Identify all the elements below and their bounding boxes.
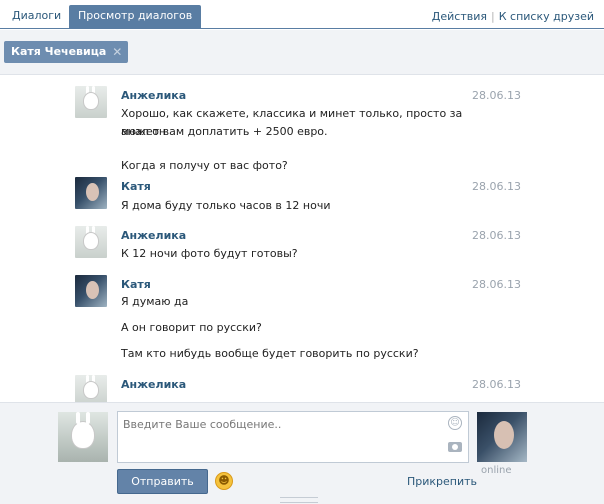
message-item: Анжелика 28.06.13 Хорошо, как скажете, к… — [75, 86, 535, 174]
message-item: Катя 28.06.13 Я думаю да А он говорит по… — [75, 275, 535, 367]
bunny-avatar[interactable] — [75, 375, 107, 402]
actions-link[interactable]: Действия — [432, 10, 487, 23]
message-item: Катя 28.06.13 Я дома буду только часов в… — [75, 177, 535, 219]
message-text: Я дома буду только часов в 12 ночи — [121, 199, 331, 212]
tab-view-dialogs[interactable]: Просмотр диалогов — [69, 5, 202, 29]
message-date: 28.06.13 — [472, 89, 521, 102]
message-author[interactable]: Анжелика — [121, 89, 186, 102]
message-author[interactable]: Анжелика — [121, 229, 186, 242]
message-text: К 12 ночи фото будут готовы? — [121, 247, 298, 260]
online-status: online — [481, 465, 512, 476]
bunny-avatar[interactable] — [75, 86, 107, 118]
camera-icon[interactable] — [448, 442, 462, 452]
message-input[interactable]: Введите Ваше сообщение.. ☺ — [117, 411, 469, 463]
resize-handle[interactable] — [280, 497, 318, 503]
message-author[interactable]: Анжелика — [121, 378, 186, 391]
message-text: может вам доплатить + 2500 евро. — [121, 125, 328, 138]
message-text: А он говорит по русски? — [121, 321, 262, 334]
message-date: 28.06.13 — [472, 278, 521, 291]
header-links: Действия | К списку друзей — [432, 10, 594, 23]
emoji-icon[interactable]: ☻ — [215, 472, 233, 490]
back-to-friends-link[interactable]: К списку друзей — [499, 10, 594, 23]
close-icon[interactable]: ✕ — [112, 46, 122, 58]
bunny-avatar[interactable] — [75, 226, 107, 258]
participant-chip-label: Катя Чечевица — [11, 45, 107, 58]
tab-dialogs[interactable]: Диалоги — [3, 5, 70, 29]
message-composer: Введите Ваше сообщение.. ☺ online Отправ… — [0, 402, 604, 504]
interlocutor-avatar[interactable] — [477, 412, 527, 462]
smile-icon[interactable]: ☺ — [448, 416, 462, 430]
message-list[interactable]: Анжелика 28.06.13 Хорошо, как скажете, к… — [0, 76, 604, 402]
girl-avatar[interactable] — [75, 177, 107, 209]
my-avatar[interactable] — [58, 412, 108, 462]
message-author[interactable]: Катя — [121, 180, 151, 193]
message-date: 28.06.13 — [472, 229, 521, 242]
send-button[interactable]: Отправить — [117, 469, 208, 494]
attach-link[interactable]: Прикрепить — [407, 475, 477, 488]
message-date: 28.06.13 — [472, 180, 521, 193]
message-author[interactable]: Катя — [121, 278, 151, 291]
top-tab-bar: Диалоги Просмотр диалогов Действия | К спи… — [0, 0, 604, 29]
message-input-placeholder: Введите Ваше сообщение.. — [123, 418, 282, 431]
message-item: Анжелика 28.06.13 — [75, 375, 535, 402]
message-text: Я думаю да — [121, 295, 189, 308]
participant-chip[interactable]: Катя Чечевица ✕ — [4, 41, 129, 63]
link-separator: | — [491, 10, 495, 23]
message-item: Анжелика 28.06.13 К 12 ночи фото будут г… — [75, 226, 535, 268]
message-text: Когда я получу от вас фото? — [121, 159, 288, 172]
girl-avatar[interactable] — [75, 275, 107, 307]
message-text: Там кто нибудь вообще будет говорить по … — [121, 347, 419, 360]
message-date: 28.06.13 — [472, 378, 521, 391]
participants-bar: Катя Чечевица ✕ — [0, 30, 604, 75]
